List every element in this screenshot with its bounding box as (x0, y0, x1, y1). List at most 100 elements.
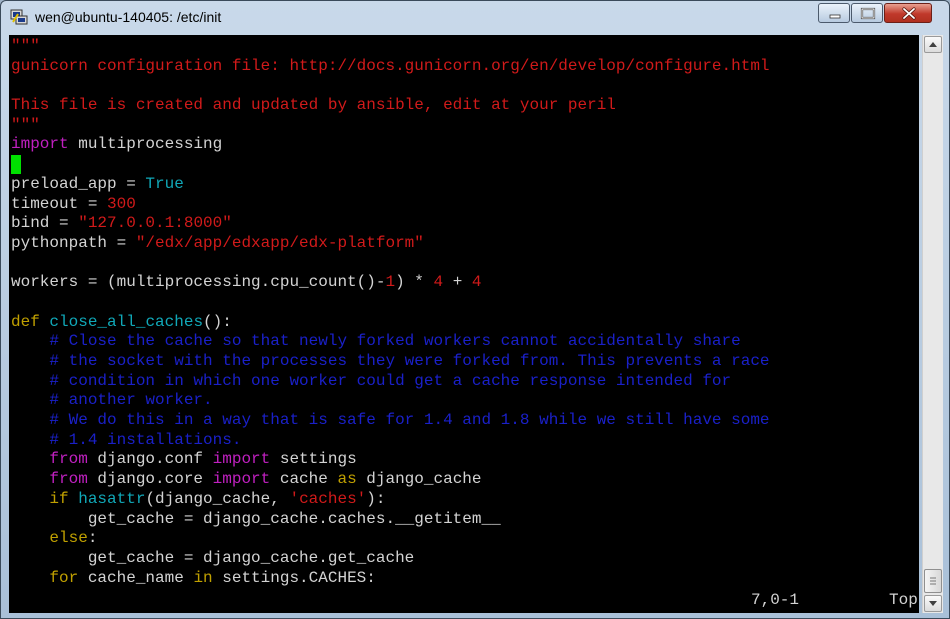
code-line[interactable]: # the socket with the processes they wer… (11, 352, 917, 372)
code-token: (): (203, 312, 232, 331)
code-token: close_all_caches (49, 312, 204, 331)
code-line[interactable]: from django.core import cache as django_… (11, 470, 917, 490)
minimize-icon (829, 14, 841, 19)
close-button[interactable] (884, 3, 932, 23)
code-line[interactable]: from django.conf import settings (11, 450, 917, 470)
code-token: cache_name (78, 568, 194, 587)
code-token: 300 (107, 194, 136, 213)
code-token: django.core (87, 470, 213, 489)
code-token: multiprocessing (68, 135, 223, 154)
code-token: # Close the cache so that newly forked w… (11, 332, 741, 351)
code-line[interactable] (11, 155, 917, 175)
code-token: True (145, 174, 184, 193)
code-token: def (11, 312, 40, 331)
code-token: 1 (385, 273, 396, 292)
code-token: """ (11, 115, 40, 134)
code-line[interactable]: pythonpath = "/edx/app/edxapp/edx-platfo… (11, 234, 917, 254)
code-token: if (49, 489, 69, 508)
code-token: # another worker. (11, 391, 213, 410)
code-token: django.conf (87, 450, 213, 469)
maximize-button[interactable] (851, 3, 883, 23)
code-token: pythonpath = (11, 233, 136, 252)
cursor-position: 7,0-1 (751, 591, 800, 609)
code-token: import (212, 450, 271, 469)
code-token: workers = (multiprocessing.cpu_count()- (11, 273, 386, 292)
code-token: """ (11, 37, 40, 55)
status-line: 7,0-1 Top (11, 591, 918, 611)
code-token: + (443, 273, 472, 292)
code-token: 4 (471, 273, 482, 292)
code-token: (django_cache, (145, 489, 290, 508)
scroll-up-button[interactable] (924, 36, 942, 53)
code-line[interactable]: preload_app = True (11, 175, 917, 195)
code-line[interactable]: """ (11, 116, 917, 136)
code-token: ): (366, 489, 386, 508)
code-token: cache (270, 470, 338, 489)
code-token: get_cache = django_cache.get_cache (11, 548, 415, 567)
code-line[interactable]: gunicorn configuration file: http://docs… (11, 57, 917, 77)
code-token: in (193, 568, 213, 587)
arrow-down-icon (929, 601, 937, 606)
terminal-area[interactable]: """ gunicorn configuration file: http://d… (9, 35, 919, 613)
code-token: from (49, 470, 88, 489)
scroll-down-button[interactable] (924, 595, 942, 612)
grip-icon (930, 577, 936, 585)
code-line[interactable]: """ (11, 37, 917, 57)
code-line[interactable]: bind = "127.0.0.1:8000" (11, 214, 917, 234)
code-token: 4 (433, 273, 444, 292)
code-line[interactable]: if hasattr(django_cache, 'caches'): (11, 490, 917, 510)
code-token: for (49, 568, 79, 587)
arrow-up-icon (929, 42, 937, 47)
code-token: import (212, 470, 271, 489)
code-token: bind = (11, 214, 79, 233)
title-bar[interactable]: wen@ubuntu-140405: /etc/init (1, 1, 949, 35)
window-title: wen@ubuntu-140405: /etc/init (35, 9, 222, 25)
editor-text[interactable]: """ gunicorn configuration file: http://d… (11, 37, 917, 588)
code-line[interactable]: get_cache = django_cache.caches.__getite… (11, 510, 917, 530)
vertical-scrollbar[interactable] (922, 35, 943, 613)
code-token: This file is created and updated by ansi… (11, 96, 616, 115)
putty-icon[interactable] (10, 9, 28, 25)
code-token: # condition in which one worker could ge… (11, 371, 732, 390)
code-line[interactable]: import multiprocessing (11, 135, 917, 155)
code-token: # We do this in a way that is safe for 1… (11, 411, 770, 430)
code-line[interactable]: workers = (multiprocessing.cpu_count()-1… (11, 273, 917, 293)
code-token: ) * (395, 273, 434, 292)
code-line[interactable]: # 1.4 installations. (11, 431, 917, 451)
code-line[interactable]: else: (11, 529, 917, 549)
code-line[interactable]: # another worker. (11, 391, 917, 411)
code-token: hasattr (78, 489, 146, 508)
code-token: else (49, 529, 88, 548)
code-line[interactable]: timeout = 300 (11, 195, 917, 215)
code-token: django_cache (356, 470, 482, 489)
code-token: "127.0.0.1:8000" (78, 214, 232, 233)
terminal-window: wen@ubuntu-140405: /etc/init """ gunicorn… (0, 0, 950, 619)
code-line[interactable] (11, 254, 917, 274)
close-icon (902, 7, 916, 20)
code-token: 'caches' (289, 489, 367, 508)
code-line[interactable]: get_cache = django_cache.get_cache (11, 549, 917, 569)
maximize-icon (860, 7, 876, 20)
minimize-button[interactable] (818, 3, 850, 23)
code-line[interactable]: # condition in which one worker could ge… (11, 372, 917, 392)
code-line[interactable]: for cache_name in settings.CACHES: (11, 569, 917, 589)
code-token: import (11, 135, 69, 154)
code-token: preload_app = (11, 174, 146, 193)
code-token: from (49, 450, 88, 469)
code-line[interactable]: This file is created and updated by ansi… (11, 96, 917, 116)
scrollbar-thumb[interactable] (924, 569, 942, 593)
code-line[interactable] (11, 76, 917, 96)
code-line[interactable] (11, 293, 917, 313)
code-token: timeout = (11, 194, 108, 213)
code-line[interactable]: # We do this in a way that is safe for 1… (11, 411, 917, 431)
code-line[interactable]: def close_all_caches(): (11, 313, 917, 333)
code-token: # the socket with the processes they wer… (11, 352, 770, 370)
code-token: as (337, 470, 357, 489)
code-line[interactable]: # Close the cache so that newly forked w… (11, 332, 917, 352)
